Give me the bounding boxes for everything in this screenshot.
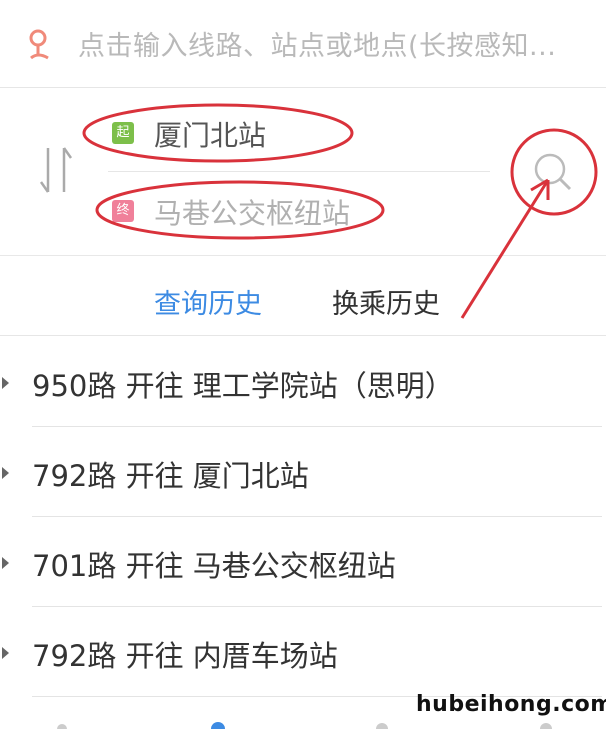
list-item[interactable]: 950路 开往 理工学院站（思明） <box>0 337 606 427</box>
play-arrow-icon <box>2 557 9 569</box>
route-panel: 起 厦门北站 终 马巷公交枢纽站 <box>0 88 606 256</box>
play-arrow-icon <box>2 467 9 479</box>
play-arrow-icon <box>2 647 9 659</box>
watermark: hubeihong.com <box>416 692 606 717</box>
list-item[interactable]: 701路 开往 马巷公交枢纽站 <box>0 517 606 607</box>
list-item-text: 950路 开往 理工学院站（思明） <box>32 369 454 403</box>
list-item[interactable]: 792路 开往 厦门北站 <box>0 427 606 517</box>
list-item-text: 701路 开往 马巷公交枢纽站 <box>32 549 396 583</box>
search-bar[interactable]: 点击输入线路、站点或地点(长按感知... <box>0 0 606 88</box>
history-tabs: 查询历史 换乘历史 <box>0 256 606 336</box>
end-tag: 终 <box>112 200 134 222</box>
start-tag: 起 <box>112 122 134 144</box>
play-arrow-icon <box>2 377 9 389</box>
bottom-nav-partial <box>57 722 552 729</box>
list-item[interactable]: 792路 开往 内厝车场站 <box>0 607 606 697</box>
tab-query-history[interactable]: 查询历史 <box>154 282 262 321</box>
search-placeholder[interactable]: 点击输入线路、站点或地点(长按感知... <box>78 24 556 63</box>
start-station[interactable]: 厦门北站 <box>154 114 266 154</box>
swap-icon[interactable] <box>36 142 76 198</box>
end-station[interactable]: 马巷公交枢纽站 <box>154 192 350 232</box>
search-icon[interactable] <box>524 143 582 201</box>
tab-transfer-history[interactable]: 换乘历史 <box>332 282 440 321</box>
location-pin-icon <box>29 29 49 60</box>
list-item-text: 792路 开往 内厝车场站 <box>32 639 338 673</box>
list-item-text: 792路 开往 厦门北站 <box>32 459 309 493</box>
history-list: 950路 开往 理工学院站（思明） 792路 开往 厦门北站 701路 开往 马… <box>0 337 606 697</box>
route-divider <box>108 171 490 172</box>
